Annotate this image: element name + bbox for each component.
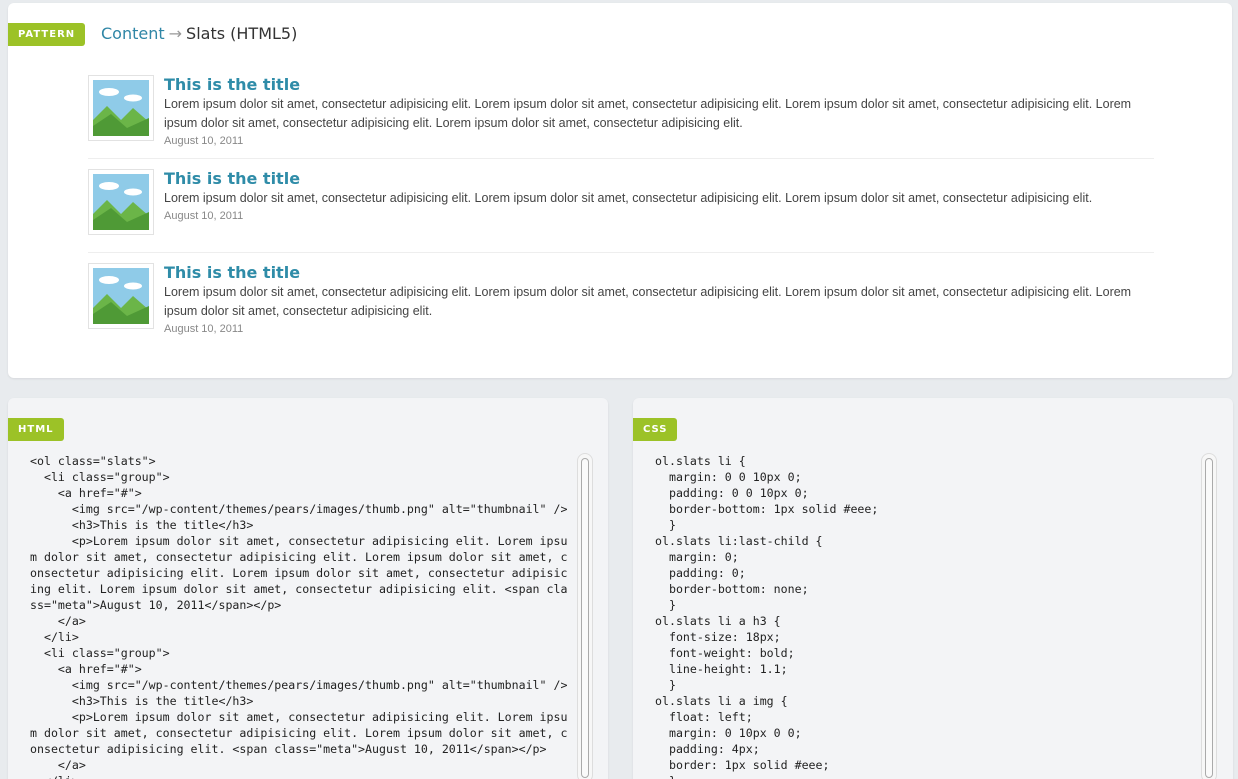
css-code-block[interactable]: ol.slats li { margin: 0 0 10px 0; paddin…	[655, 453, 1195, 779]
slat-item[interactable]: This is the title Lorem ipsum dolor sit …	[88, 263, 1154, 347]
slat-body: This is the title Lorem ipsum dolor sit …	[164, 169, 1154, 242]
css-code-panel: CSS ol.slats li { margin: 0 0 10px 0; pa…	[633, 398, 1233, 779]
slat-text: Lorem ipsum dolor sit amet, consectetur …	[164, 285, 1132, 318]
slat-title[interactable]: This is the title	[164, 169, 1154, 189]
slat-title[interactable]: This is the title	[164, 263, 1154, 283]
html-scrollbar[interactable]	[577, 453, 593, 779]
slat-body: This is the title Lorem ipsum dolor sit …	[164, 75, 1154, 148]
slat-date: August 10, 2011	[164, 210, 244, 222]
slat-title[interactable]: This is the title	[164, 75, 1154, 95]
thumbnail-image[interactable]	[88, 75, 154, 141]
html-code-panel: HTML <ol class="slats"> <li class="group…	[8, 398, 608, 779]
slat-item[interactable]: This is the title Lorem ipsum dolor sit …	[88, 75, 1154, 159]
pattern-preview-card: PATTERN Content → Slats (HTML5) This is th…	[8, 3, 1232, 378]
breadcrumb-link-content[interactable]: Content	[101, 24, 165, 43]
slat-text: Lorem ipsum dolor sit amet, consectetur …	[164, 191, 1093, 205]
slats-list: This is the title Lorem ipsum dolor sit …	[88, 75, 1154, 357]
slat-date: August 10, 2011	[164, 323, 244, 335]
slat-text: Lorem ipsum dolor sit amet, consectetur …	[164, 97, 1132, 130]
landscape-icon	[93, 174, 149, 230]
landscape-icon	[93, 80, 149, 136]
slat-date: August 10, 2011	[164, 135, 244, 147]
css-tag: CSS	[633, 418, 678, 441]
landscape-icon	[93, 268, 149, 324]
thumbnail-image[interactable]	[88, 263, 154, 329]
html-code-block[interactable]: <ol class="slats"> <li class="group"> <a…	[30, 453, 575, 779]
slat-item[interactable]: This is the title Lorem ipsum dolor sit …	[88, 169, 1154, 253]
css-scrollbar[interactable]	[1201, 453, 1217, 779]
thumbnail-image[interactable]	[88, 169, 154, 235]
scrollbar-thumb[interactable]	[1205, 458, 1213, 778]
html-tag: HTML	[8, 418, 64, 441]
breadcrumb-current: Slats (HTML5)	[186, 24, 298, 43]
slat-body: This is the title Lorem ipsum dolor sit …	[164, 263, 1154, 337]
pattern-tag: PATTERN	[8, 23, 86, 46]
arrow-right-icon: →	[168, 24, 183, 43]
breadcrumb: Content → Slats (HTML5)	[101, 23, 297, 45]
scrollbar-thumb[interactable]	[581, 458, 589, 778]
